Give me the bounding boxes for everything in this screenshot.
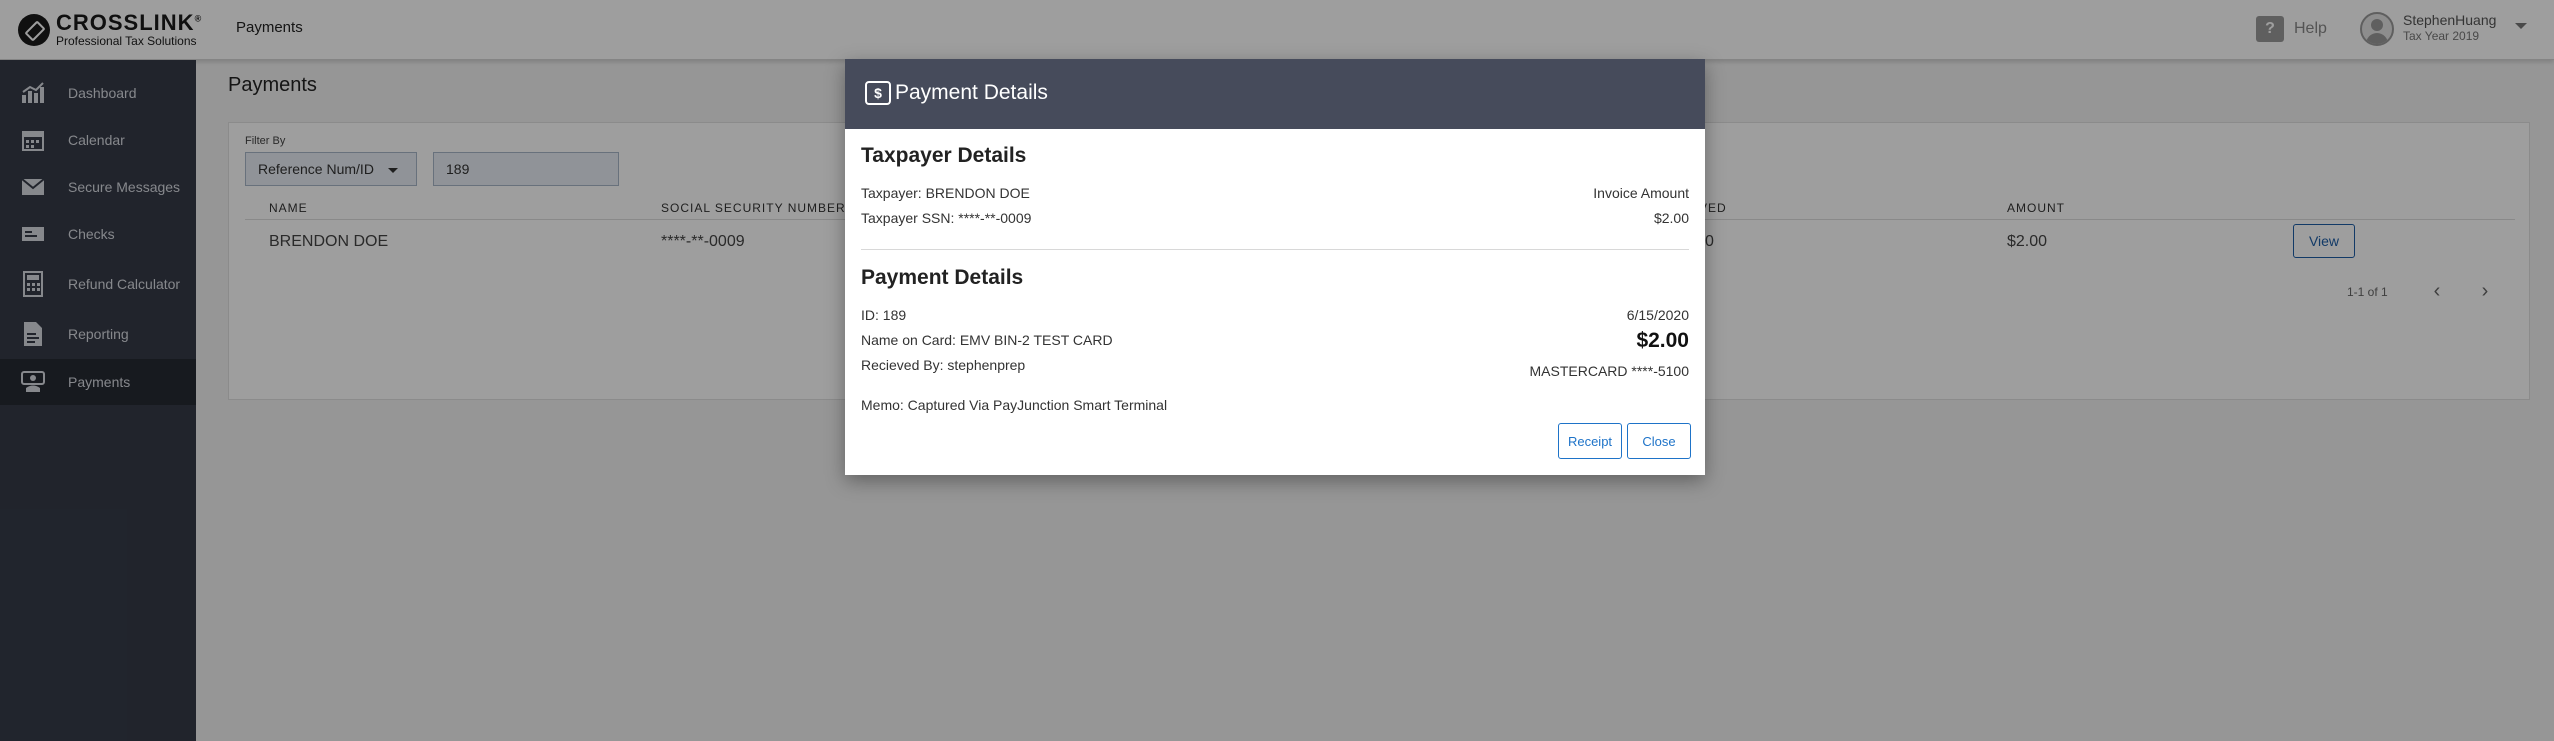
receipt-button[interactable]: Receipt <box>1558 423 1622 459</box>
payment-memo: Memo: Captured Via PayJunction Smart Ter… <box>861 397 1168 413</box>
payment-id: ID: 189 <box>861 307 907 323</box>
payment-amount: $2.00 <box>1636 329 1689 352</box>
card-number: MASTERCARD ****-5100 <box>1529 363 1690 379</box>
payment-icon: $ <box>865 81 891 105</box>
modal-header: $ Payment Details <box>845 59 1705 129</box>
received-by: Recieved By: stephenprep <box>861 357 1026 373</box>
payment-details-modal: $ Payment Details Taxpayer Details Taxpa… <box>845 59 1705 475</box>
payment-date: 6/15/2020 <box>1626 307 1689 323</box>
modal-title: Payment Details <box>895 81 1048 104</box>
name-on-card: Name on Card: EMV BIN-2 TEST CARD <box>861 332 1113 348</box>
taxpayer-ssn: Taxpayer SSN: ****-**-0009 <box>861 210 1032 226</box>
section-divider <box>861 249 1689 250</box>
invoice-amount-value: $2.00 <box>1653 210 1689 226</box>
payment-details-heading: Payment Details <box>861 266 1024 289</box>
taxpayer-name: Taxpayer: BRENDON DOE <box>861 185 1030 201</box>
close-button[interactable]: Close <box>1627 423 1691 459</box>
taxpayer-details-heading: Taxpayer Details <box>861 144 1027 167</box>
invoice-amount-label: Invoice Amount <box>1593 185 1689 201</box>
